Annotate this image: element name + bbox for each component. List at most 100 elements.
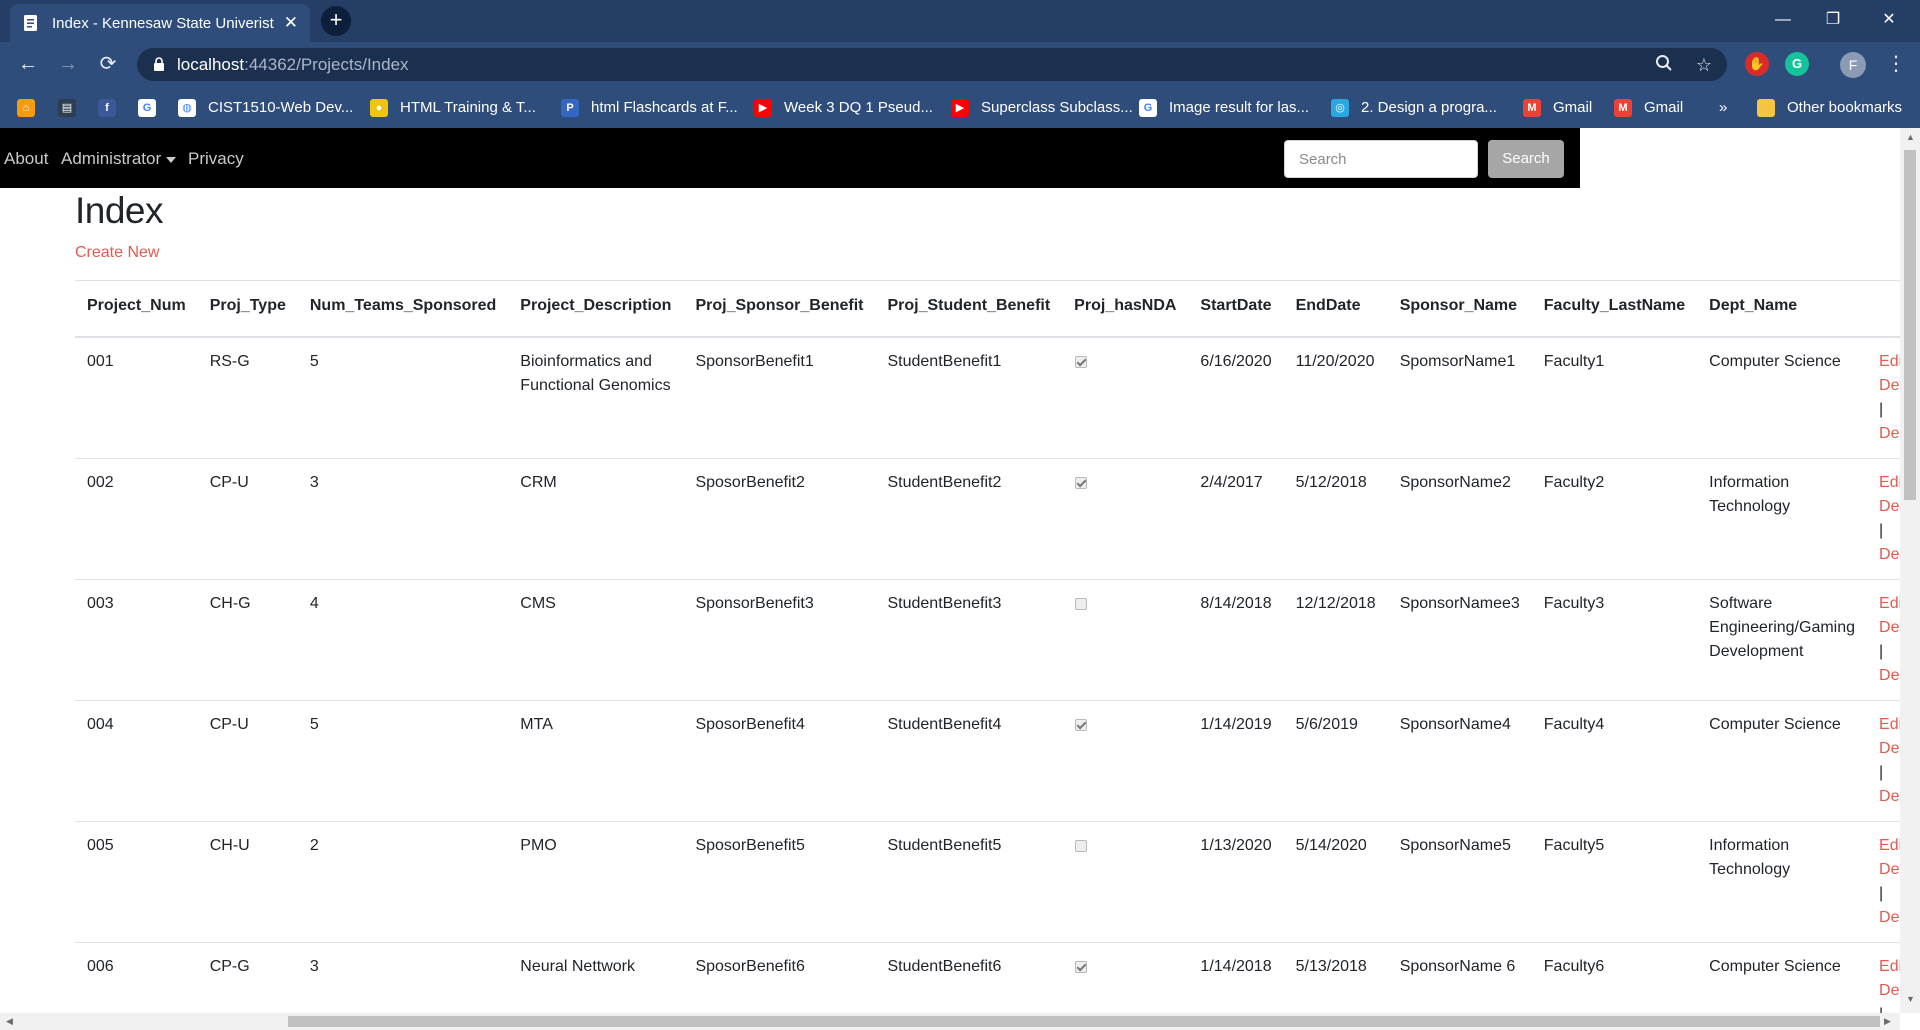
- table-cell: CP-G: [197, 941, 298, 1013]
- details-link[interactable]: Details: [1879, 982, 1900, 999]
- zoom-search-icon[interactable]: [1653, 54, 1675, 76]
- table-cell: SponsorNamee3: [1387, 578, 1532, 700]
- bookmark-item[interactable]: M Gmail: [1523, 87, 1592, 128]
- table-cell: 6/16/2020: [1188, 336, 1284, 458]
- other-bookmarks[interactable]: Other bookmarks: [1757, 87, 1902, 128]
- restore-icon[interactable]: ❐: [1810, 4, 1856, 36]
- scroll-right-icon[interactable]: ▶: [1884, 1016, 1891, 1027]
- url-host: localhost: [177, 55, 245, 74]
- search-input[interactable]: [1284, 140, 1478, 178]
- url-path: :44362/Projects/Index: [244, 55, 409, 74]
- site-navbar: About Administrator Privacy Search: [0, 128, 1580, 188]
- table-cell: Information Technology: [1697, 820, 1868, 942]
- edit-link[interactable]: Edit: [1879, 595, 1900, 612]
- table-cell: 005: [75, 820, 198, 942]
- table-cell: SponsorName4: [1387, 699, 1532, 821]
- details-link[interactable]: Details: [1879, 619, 1900, 636]
- table-cell: 3: [297, 457, 509, 579]
- nav-about[interactable]: About: [4, 149, 48, 169]
- profile-avatar[interactable]: F: [1840, 52, 1866, 78]
- nav-privacy[interactable]: Privacy: [188, 149, 244, 169]
- forward-arrow-icon[interactable]: →: [52, 48, 84, 80]
- bookmark-item[interactable]: ⌂: [17, 87, 47, 128]
- edit-link[interactable]: Edit: [1879, 837, 1900, 854]
- nda-checkbox: [1075, 355, 1088, 368]
- edit-link[interactable]: Edit: [1879, 353, 1900, 370]
- vertical-scroll-thumb[interactable]: [1904, 150, 1916, 500]
- delete-link[interactable]: Delete: [1879, 909, 1900, 926]
- address-bar[interactable]: localhost:44362/Projects/Index ☆: [137, 48, 1727, 81]
- bookmarks-overflow-icon[interactable]: »: [1719, 87, 1727, 128]
- table-cell: SponsorBenefit1: [683, 336, 876, 458]
- vertical-scrollbar[interactable]: ▲ ▼: [1900, 128, 1920, 1013]
- details-link[interactable]: Details: [1879, 377, 1900, 394]
- bookmark-label: HTML Training & T...: [400, 99, 536, 116]
- nav-administrator[interactable]: Administrator: [61, 149, 177, 169]
- scroll-left-icon[interactable]: ◀: [6, 1016, 13, 1027]
- close-tab-icon[interactable]: ✕: [284, 13, 298, 33]
- reload-icon[interactable]: ⟳: [92, 48, 124, 80]
- bookmark-item[interactable]: M Gmail: [1614, 87, 1683, 128]
- bookmark-page-icon: ▤: [58, 98, 76, 117]
- column-header: Faculty_LastName: [1531, 280, 1698, 338]
- bookmark-item[interactable]: ▶ Week 3 DQ 1 Pseud...: [754, 87, 933, 128]
- bookmark-item[interactable]: ▶ Superclass Subclass...: [951, 87, 1133, 128]
- projects-table: Project_Num Proj_Type Num_Teams_Sponsored P…: [75, 280, 1900, 1013]
- delete-link[interactable]: Delete: [1879, 546, 1900, 563]
- action-separator: |: [1879, 642, 1884, 660]
- table-cell: 1/14/2018: [1188, 941, 1284, 1013]
- table-cell: Information Technology: [1697, 457, 1868, 579]
- column-header: Dept_Name: [1697, 280, 1868, 338]
- column-header: StartDate: [1188, 280, 1284, 338]
- back-arrow-icon[interactable]: ←: [12, 48, 44, 80]
- table-cell: CMS: [508, 578, 684, 700]
- delete-link[interactable]: Delete: [1879, 788, 1900, 805]
- bookmark-label: Week 3 DQ 1 Pseud...: [784, 99, 933, 116]
- star-bookmark-icon[interactable]: ☆: [1693, 54, 1715, 76]
- details-link[interactable]: Details: [1879, 498, 1900, 515]
- edit-link[interactable]: Edit: [1879, 474, 1900, 491]
- minimize-icon[interactable]: —: [1760, 4, 1806, 36]
- scroll-up-icon[interactable]: ▲: [1906, 132, 1915, 142]
- column-header: Sponsor_Name: [1387, 280, 1532, 338]
- other-bookmarks-label: Other bookmarks: [1787, 99, 1903, 116]
- row-actions: Edit |Details|Delete: [1867, 699, 1900, 821]
- bookmark-label: 2. Design a progra...: [1361, 99, 1497, 116]
- bookmark-item[interactable]: ◍ CIST1510-Web Dev...: [178, 87, 353, 128]
- table-cell: 5: [297, 336, 509, 458]
- bookmark-item[interactable]: f: [98, 87, 128, 128]
- horizontal-scroll-thumb[interactable]: [288, 1016, 1880, 1027]
- bookmark-item[interactable]: ● HTML Training & T...: [370, 87, 536, 128]
- new-tab-button[interactable]: +: [321, 6, 351, 36]
- row-actions: Edit |Details|Delete: [1867, 336, 1900, 458]
- action-separator: |: [1879, 763, 1884, 781]
- bookmark-item[interactable]: Phtml Flashcards at F...: [561, 87, 738, 128]
- nda-checkbox: [1075, 839, 1088, 852]
- edit-link[interactable]: Edit: [1879, 958, 1900, 975]
- bookmark-item[interactable]: ▤: [58, 87, 88, 128]
- details-link[interactable]: Details: [1879, 861, 1900, 878]
- nda-cell: [1062, 820, 1189, 942]
- bookmark-item[interactable]: ◎ 2. Design a progra...: [1331, 87, 1497, 128]
- google-icon: G: [138, 98, 156, 117]
- table-cell: RS-G: [197, 336, 298, 458]
- search-button[interactable]: Search: [1488, 140, 1564, 178]
- extension-adblock-icon[interactable]: ✋: [1745, 52, 1769, 76]
- scroll-down-icon[interactable]: ▼: [1906, 994, 1915, 1004]
- close-window-icon[interactable]: ✕: [1866, 4, 1912, 36]
- details-link[interactable]: Details: [1879, 740, 1900, 757]
- extension-grammarly-icon[interactable]: G: [1785, 52, 1809, 76]
- table-cell: 001: [75, 336, 198, 458]
- table-cell: MTA: [508, 699, 684, 821]
- horizontal-scrollbar[interactable]: ◀ ▶: [0, 1013, 1900, 1030]
- delete-link[interactable]: Delete: [1879, 425, 1900, 442]
- create-new-link[interactable]: Create New: [75, 244, 159, 262]
- bookmark-item[interactable]: G Image result for las...: [1139, 87, 1309, 128]
- edit-link[interactable]: Edit: [1879, 716, 1900, 733]
- delete-link[interactable]: Delete: [1879, 667, 1900, 684]
- table-cell: StudentBenefit1: [875, 336, 1063, 458]
- bookmark-item[interactable]: G: [138, 87, 168, 128]
- browser-menu-icon[interactable]: ⋮: [1886, 51, 1906, 76]
- bookmark-label: Gmail: [1644, 99, 1684, 116]
- browser-tab[interactable]: Index - Kennesaw State Univerist ✕: [10, 4, 310, 42]
